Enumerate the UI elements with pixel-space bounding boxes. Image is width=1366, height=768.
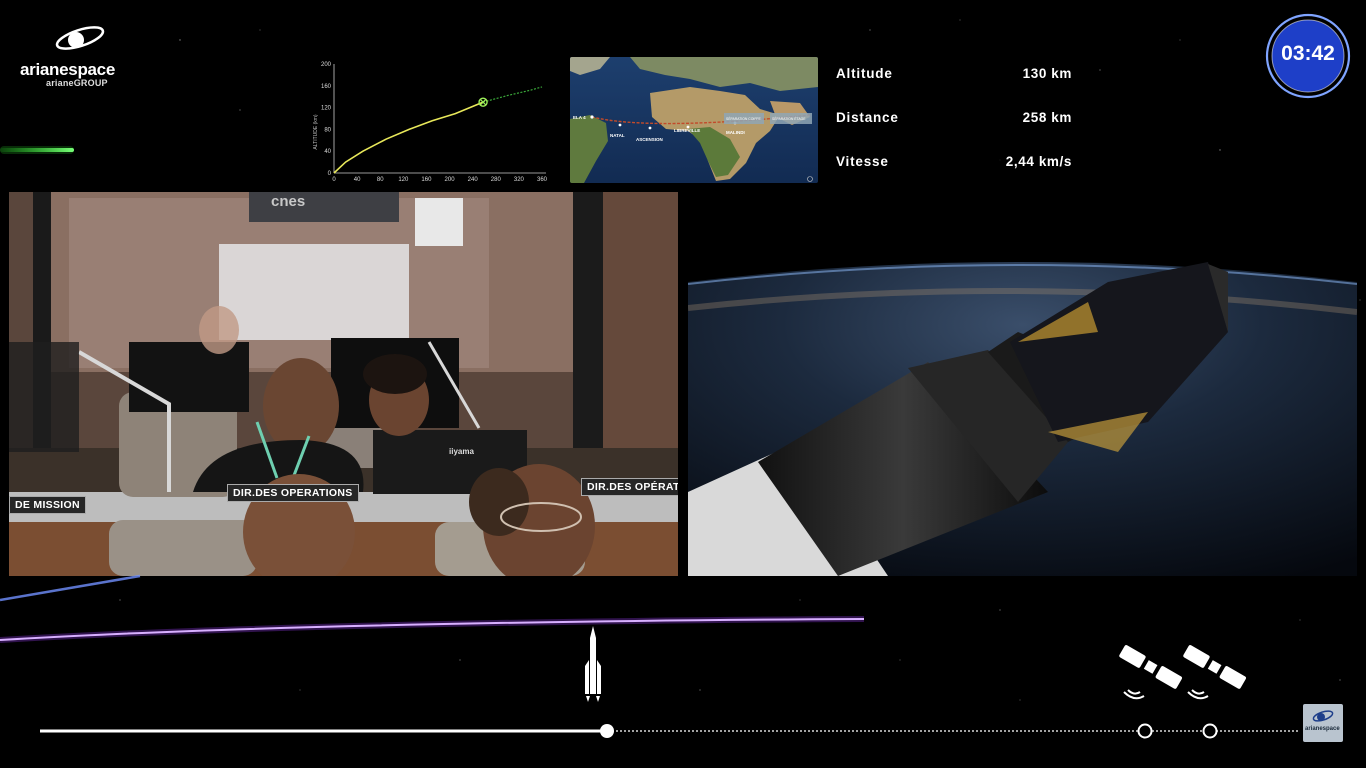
monitor-brand-label: iiyama — [449, 447, 474, 456]
trajectory-x-tick: 200 — [445, 177, 456, 183]
trajectory-y-tick: 120 — [321, 106, 332, 112]
map-label-natal: NATAL — [610, 133, 625, 138]
purple-light-wave — [0, 616, 865, 643]
map-label-malindi: MALINDI — [726, 130, 745, 135]
background-cabinet — [219, 244, 409, 340]
onboard-rocket-render — [688, 192, 1357, 576]
orbit-icon — [1312, 710, 1334, 722]
person-center — [263, 358, 339, 454]
satellite-icon — [1183, 645, 1246, 700]
timeline-milestone — [1202, 723, 1218, 739]
trajectory-x-tick: 160 — [421, 177, 432, 183]
timeline-milestone — [1137, 723, 1153, 739]
desk-sign-mission: DE MISSION — [9, 496, 86, 514]
corner-logo-text: arianespace — [1305, 726, 1340, 732]
arianespace-logo: arianespace arianeGROUP — [14, 20, 139, 90]
telemetry-value: 2,44 km/s — [1005, 154, 1072, 169]
trajectory-x-tick: 80 — [377, 177, 384, 183]
telemetry-value: 130 km — [1022, 66, 1072, 81]
telemetry-value: 258 km — [1022, 110, 1072, 125]
trajectory-x-tick: 360 — [537, 177, 548, 183]
map-box-2: SÉPARATION ÉTAGE — [772, 116, 806, 121]
trajectory-x-tick: 0 — [332, 177, 336, 183]
corner-arianespace-logo: arianespace — [1303, 704, 1343, 742]
trajectory-x-tick: 40 — [354, 177, 361, 183]
telemetry-label: Vitesse — [836, 154, 889, 169]
cnes-sign: cnes — [271, 193, 305, 210]
map-label-ela: ELA 4 — [573, 115, 586, 120]
map-label-ascension: ASCENSION — [636, 137, 663, 142]
trajectory-x-tick: 280 — [491, 177, 502, 183]
telemetry-label: Altitude — [836, 66, 893, 81]
trajectory-chart: ALTITUDE (km) 200 160 120 80 40 0 0 40 80 120 160… — [313, 62, 548, 183]
logo-sub-text: arianeGROUP — [46, 78, 108, 88]
telemetry-panel: Altitude 130 km Distance 258 km Vitesse … — [822, 56, 1076, 186]
desk-sign-center: DIR.DES OPERATIONS — [227, 484, 359, 502]
trajectory-x-tick: 320 — [514, 177, 525, 183]
trajectory-y-tick: 160 — [321, 84, 332, 90]
trajectory-y-label: ALTITUDE (km) — [313, 114, 319, 150]
telemetry-row-distance: Distance 258 km — [836, 110, 1072, 132]
trajectory-x-tick: 120 — [398, 177, 409, 183]
green-light-streak — [0, 146, 74, 154]
timeline-current-marker — [600, 724, 614, 738]
map-label-libreville: LIBREVILLE — [674, 128, 700, 133]
rocket-icon — [585, 626, 601, 702]
orbit-icon — [55, 26, 105, 50]
timer-value: 03:42 — [1281, 42, 1335, 65]
map-box-1: SÉPARATION COIFFE — [726, 116, 761, 121]
trajectory-y-tick: 80 — [324, 127, 331, 133]
telemetry-label: Distance — [836, 110, 899, 125]
logo-brand-text: arianespace — [20, 60, 115, 79]
trajectory-y-tick: 0 — [328, 171, 332, 177]
planned-trajectory-line — [482, 86, 543, 103]
blue-light-streak — [0, 574, 141, 602]
telemetry-row-altitude: Altitude 130 km — [836, 66, 1072, 88]
current-position-marker — [478, 97, 488, 107]
trajectory-y-tick: 200 — [321, 62, 332, 68]
desk-sign-operations: DIR.DES OPÉRATI — [581, 478, 678, 496]
mission-timer: 03:42 — [1264, 12, 1352, 100]
control-room-video: cnes iiyama DE MISSION DIR.DES OPERATION… — [9, 192, 678, 576]
mission-timeline — [40, 723, 1300, 739]
trajectory-x-tick: 240 — [468, 177, 479, 183]
ground-track-map: ELA 4 NATAL ASCENSION LIBREVILLE MALINDI… — [570, 57, 818, 183]
trajectory-y-tick: 40 — [324, 149, 331, 155]
telemetry-row-velocity: Vitesse 2,44 km/s — [836, 154, 1072, 176]
flown-trajectory-line — [333, 101, 484, 174]
